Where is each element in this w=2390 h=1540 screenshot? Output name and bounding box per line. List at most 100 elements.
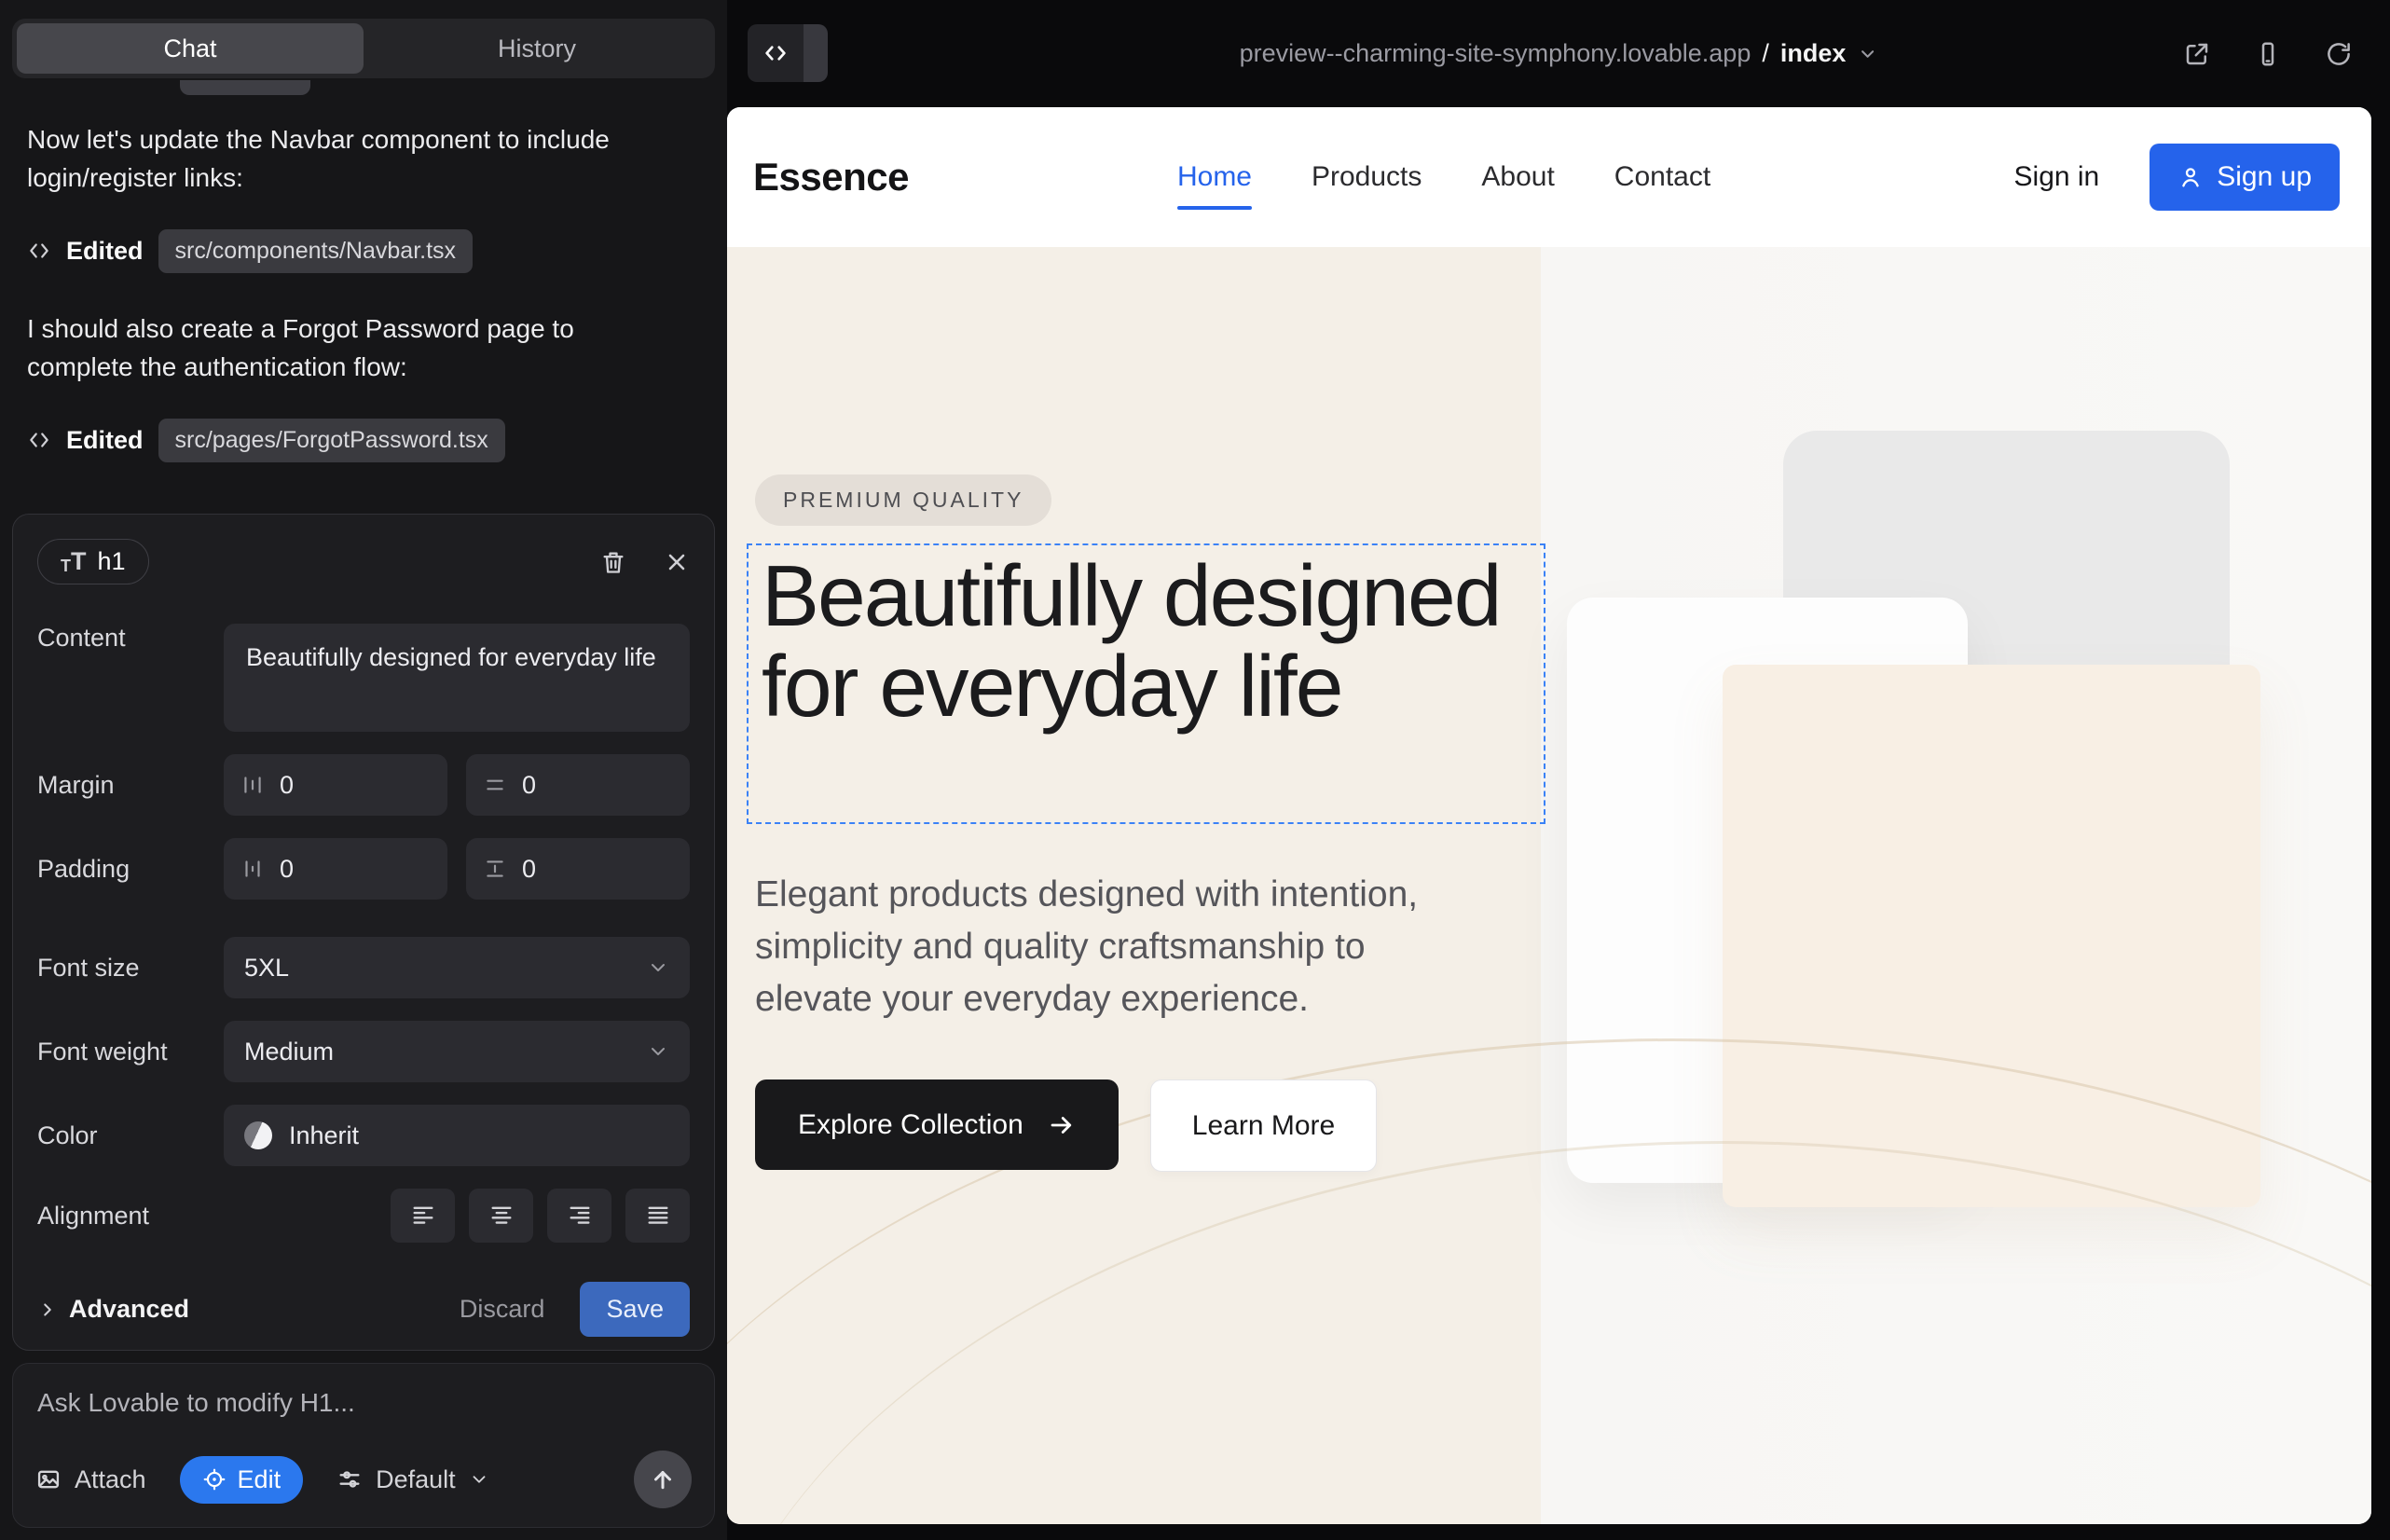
external-link-icon bbox=[2183, 40, 2211, 68]
nav-link-products[interactable]: Products bbox=[1312, 161, 1422, 193]
site-navbar: Essence Home Products About Contact Sign… bbox=[727, 107, 2371, 247]
content-input[interactable]: Beautifully designed for everyday life bbox=[224, 624, 690, 732]
preview-url-page: index bbox=[1780, 39, 1847, 68]
open-external-button[interactable] bbox=[2183, 40, 2211, 68]
nav-link-contact[interactable]: Contact bbox=[1614, 161, 1710, 193]
editor-header: TT h1 bbox=[37, 539, 690, 584]
preview-url-selector[interactable]: preview--charming-site-symphony.lovable.… bbox=[1240, 0, 1878, 107]
margin-y-control bbox=[466, 754, 690, 816]
padding-y-control bbox=[466, 838, 690, 900]
smartphone-icon bbox=[2254, 40, 2282, 68]
trash-icon bbox=[600, 549, 626, 575]
preview-topbar-actions bbox=[2183, 0, 2353, 107]
site-nav-actions: Sign in Sign up bbox=[2014, 144, 2345, 211]
attach-button[interactable]: Attach bbox=[35, 1465, 146, 1494]
send-button[interactable] bbox=[634, 1451, 692, 1508]
explore-collection-label: Explore Collection bbox=[798, 1109, 1023, 1141]
margin-y-input[interactable] bbox=[522, 771, 597, 800]
edited-file-row: Edited src/pages/ForgotPassword.tsx bbox=[27, 419, 700, 462]
preview-frame: preview--charming-site-symphony.lovable.… bbox=[727, 0, 2390, 1540]
font-size-field-row: Font size 5XL bbox=[37, 937, 690, 998]
premium-quality-badge: PREMIUM QUALITY bbox=[755, 474, 1051, 526]
alignment-field-row: Alignment bbox=[37, 1189, 690, 1243]
model-default-selector[interactable]: Default bbox=[337, 1465, 489, 1494]
padding-x-input[interactable] bbox=[280, 855, 354, 884]
site-logo[interactable]: Essence bbox=[753, 155, 909, 199]
color-field-row: Color Inherit bbox=[37, 1105, 690, 1166]
color-select[interactable]: Inherit bbox=[224, 1105, 690, 1166]
chevron-down-icon bbox=[647, 1040, 669, 1063]
edited-label: Edited bbox=[66, 237, 144, 266]
chevron-right-icon bbox=[37, 1299, 58, 1320]
learn-more-button[interactable]: Learn More bbox=[1150, 1079, 1377, 1172]
preview-topbar: preview--charming-site-symphony.lovable.… bbox=[727, 0, 2390, 107]
lovable-chat-panel: Chat History Now let's update the Navbar… bbox=[0, 0, 727, 1540]
tab-chat[interactable]: Chat bbox=[17, 23, 364, 74]
attach-label: Attach bbox=[75, 1465, 146, 1494]
align-right-button[interactable] bbox=[547, 1189, 611, 1243]
target-icon bbox=[202, 1467, 227, 1492]
save-button[interactable]: Save bbox=[580, 1282, 690, 1337]
padding-horizontal-icon bbox=[240, 857, 265, 881]
alignment-label: Alignment bbox=[37, 1202, 224, 1231]
code-icon bbox=[27, 239, 51, 263]
edited-label: Edited bbox=[66, 426, 144, 455]
align-center-icon bbox=[488, 1203, 515, 1229]
file-path-pill[interactable]: src/components/Navbar.tsx bbox=[158, 229, 474, 273]
sign-in-button[interactable]: Sign in bbox=[2014, 161, 2100, 193]
align-center-button[interactable] bbox=[469, 1189, 533, 1243]
hero-cta-row: Explore Collection Learn More bbox=[755, 1079, 1377, 1172]
padding-field-row: Padding bbox=[37, 838, 690, 900]
chat-history-tabs: Chat History bbox=[12, 19, 715, 78]
user-icon bbox=[2177, 164, 2204, 190]
element-tag: h1 bbox=[98, 547, 126, 576]
clipped-chat-pill bbox=[180, 80, 310, 95]
close-editor-button[interactable] bbox=[664, 549, 690, 575]
composer-toolbar: Attach Edit Default bbox=[35, 1451, 692, 1508]
font-weight-select[interactable]: Medium bbox=[224, 1021, 690, 1082]
edit-mode-button[interactable]: Edit bbox=[180, 1456, 304, 1504]
mobile-view-button[interactable] bbox=[2254, 40, 2282, 68]
padding-y-input[interactable] bbox=[522, 855, 597, 884]
padding-x-control bbox=[224, 838, 447, 900]
padding-label: Padding bbox=[37, 855, 224, 884]
toggle-handle[interactable] bbox=[804, 24, 828, 82]
delete-element-button[interactable] bbox=[600, 549, 626, 575]
advanced-label: Advanced bbox=[69, 1295, 189, 1324]
selected-element-pill[interactable]: TT h1 bbox=[37, 539, 149, 584]
chat-composer: Attach Edit Default bbox=[12, 1363, 715, 1528]
element-editor-panel: TT h1 Content Beautifully designed for e… bbox=[12, 514, 715, 1351]
tab-history[interactable]: History bbox=[364, 23, 710, 74]
font-size-select[interactable]: 5XL bbox=[224, 937, 690, 998]
alignment-buttons bbox=[224, 1189, 690, 1243]
chat-message: I should also create a Forgot Password p… bbox=[27, 310, 680, 387]
margin-vertical-icon bbox=[483, 773, 507, 797]
color-swatch-icon bbox=[244, 1121, 272, 1149]
close-icon bbox=[664, 549, 690, 575]
margin-x-control bbox=[224, 754, 447, 816]
editor-header-actions bbox=[600, 549, 690, 575]
nav-link-about[interactable]: About bbox=[1481, 161, 1554, 193]
discard-button[interactable]: Discard bbox=[460, 1295, 545, 1324]
padding-vertical-icon bbox=[483, 857, 507, 881]
chat-message: Now let's update the Navbar component to… bbox=[27, 121, 680, 198]
code-view-toggle[interactable] bbox=[748, 24, 828, 82]
margin-x-input[interactable] bbox=[280, 771, 354, 800]
font-size-label: Font size bbox=[37, 954, 224, 983]
align-justify-button[interactable] bbox=[625, 1189, 690, 1243]
explore-collection-button[interactable]: Explore Collection bbox=[755, 1079, 1119, 1170]
align-justify-icon bbox=[645, 1203, 671, 1229]
chevron-down-icon bbox=[647, 956, 669, 979]
refresh-button[interactable] bbox=[2325, 40, 2353, 68]
selected-h1-outline[interactable]: Beautifully designed for everyday life bbox=[747, 543, 1545, 824]
hero-section: PREMIUM QUALITY Beautifully designed for… bbox=[727, 247, 2371, 1524]
sign-up-button[interactable]: Sign up bbox=[2150, 144, 2340, 211]
align-left-button[interactable] bbox=[391, 1189, 455, 1243]
nav-link-home[interactable]: Home bbox=[1177, 161, 1252, 193]
composer-input[interactable] bbox=[37, 1388, 690, 1418]
margin-field-row: Margin bbox=[37, 754, 690, 816]
file-path-pill[interactable]: src/pages/ForgotPassword.tsx bbox=[158, 419, 505, 462]
site-nav-links: Home Products About Contact bbox=[1177, 161, 1710, 193]
font-weight-field-row: Font weight Medium bbox=[37, 1021, 690, 1082]
advanced-toggle[interactable]: Advanced bbox=[37, 1295, 189, 1324]
